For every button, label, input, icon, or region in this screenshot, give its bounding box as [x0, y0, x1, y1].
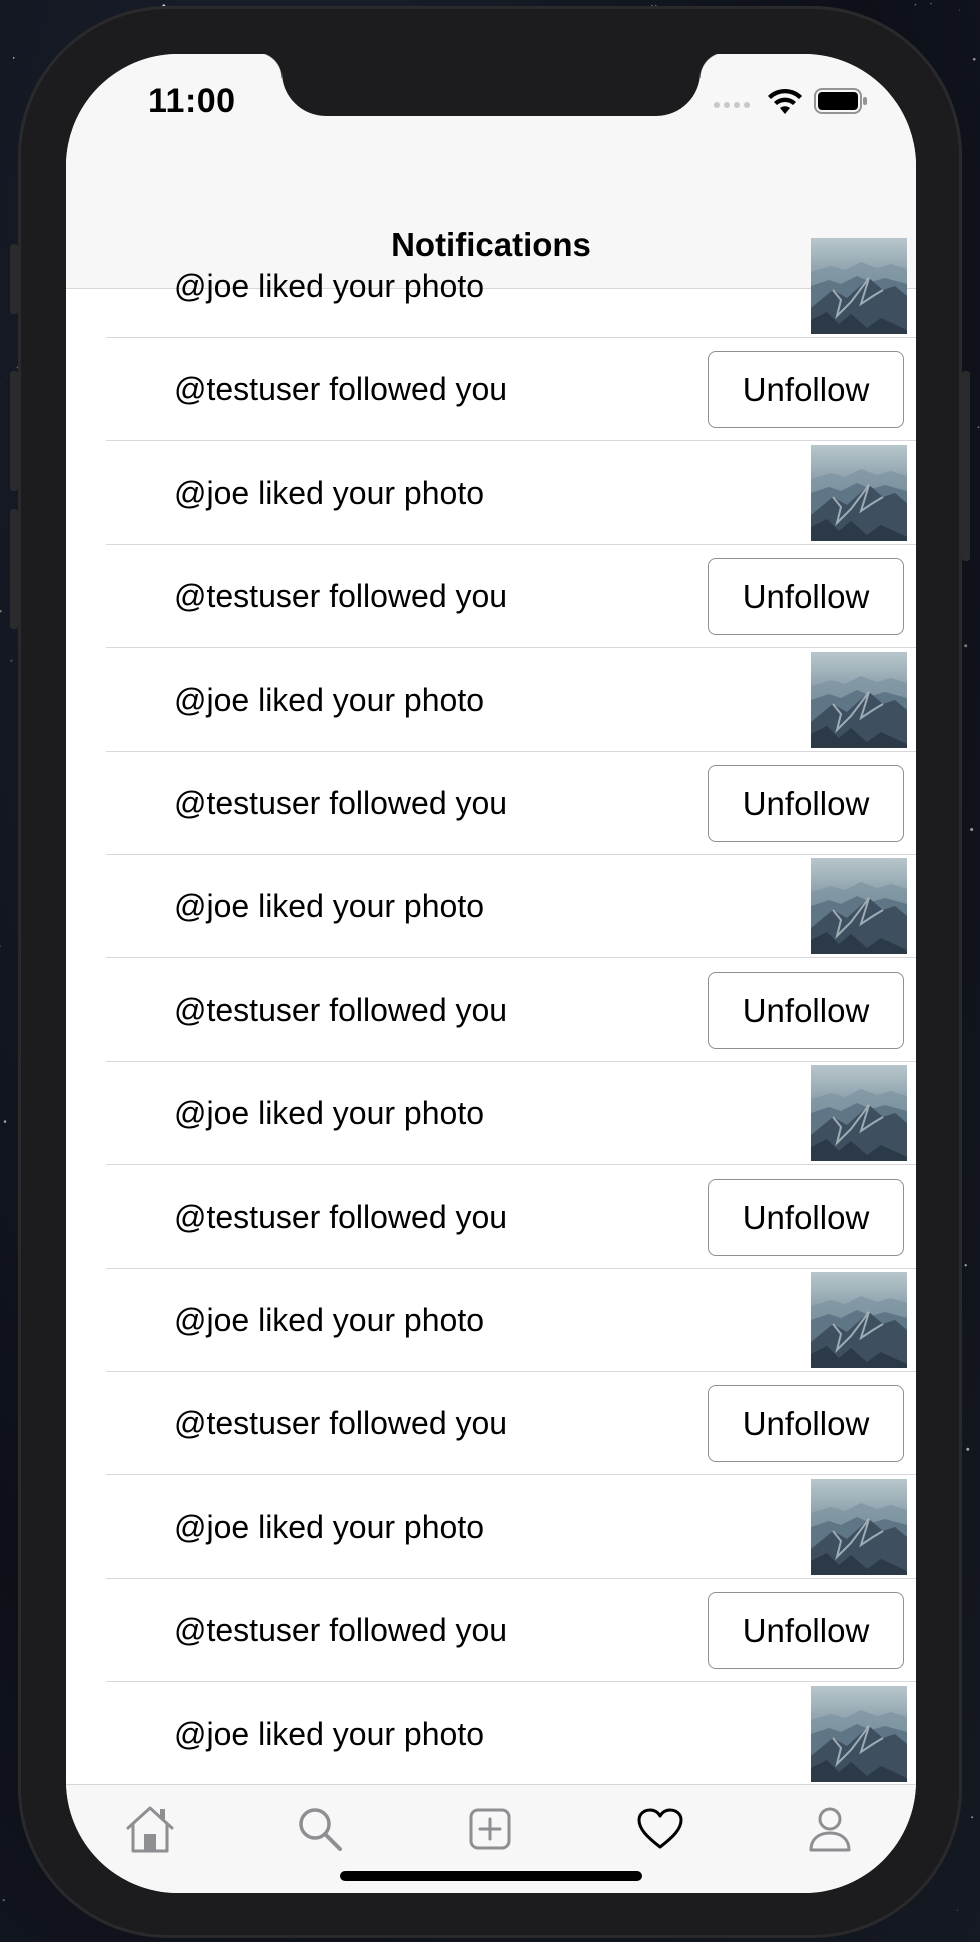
silent-switch [10, 244, 18, 314]
like-notification-row[interactable]: @joe liked your photo [66, 649, 916, 752]
unfollow-button[interactable]: Unfollow [708, 351, 904, 429]
follow-notification-row[interactable]: @testuser followed you Unfollow [66, 752, 916, 855]
like-notification-row[interactable]: @joe liked your photo [66, 235, 916, 338]
post-thumbnail[interactable] [811, 651, 907, 748]
notifications-list[interactable]: @joe liked your photo @testuser followed … [66, 235, 916, 1784]
volume-up-button [10, 371, 18, 491]
home-icon [126, 1806, 174, 1853]
like-notification-row[interactable]: @joe liked your photo [66, 855, 916, 959]
post-thumbnail[interactable] [811, 444, 907, 541]
notification-text: @testuser followed you [174, 1405, 508, 1442]
notification-text: @joe liked your photo [174, 474, 484, 511]
notification-text: @joe liked your photo [174, 268, 484, 304]
notification-text: @joe liked your photo [174, 888, 484, 925]
post-thumbnail[interactable] [811, 1478, 907, 1575]
power-button [962, 371, 970, 561]
like-notification-row[interactable]: @joe liked your photo [66, 442, 916, 545]
add-post-icon [469, 1808, 511, 1850]
heart-icon [637, 1808, 683, 1849]
wifi-icon [768, 88, 802, 114]
like-notification-row[interactable]: @joe liked your photo [66, 1269, 916, 1372]
search-icon [299, 1808, 342, 1851]
unfollow-button[interactable]: Unfollow [708, 1385, 904, 1463]
status-time: 11:00 [148, 82, 236, 120]
follow-notification-row[interactable]: @testuser followed you Unfollow [66, 959, 916, 1062]
notification-text: @joe liked your photo [174, 1095, 484, 1132]
home-indicator[interactable] [340, 1871, 642, 1881]
like-notification-row[interactable]: @joe liked your photo [66, 1683, 916, 1784]
notification-text: @testuser followed you [174, 578, 508, 615]
like-notification-row[interactable]: @joe liked your photo [66, 1476, 916, 1579]
notification-text: @testuser followed you [174, 371, 508, 408]
follow-notification-row[interactable]: @testuser followed you Unfollow [66, 1579, 916, 1683]
app-screen: 11:00 Notifications @joe liked your phot… [66, 54, 916, 1893]
like-notification-row[interactable]: @joe liked your photo [66, 1062, 916, 1166]
notification-text: @joe liked your photo [174, 1508, 484, 1545]
tab-home[interactable] [120, 1803, 180, 1855]
unfollow-button[interactable]: Unfollow [708, 765, 904, 842]
follow-notification-row[interactable]: @testuser followed you Unfollow [66, 1166, 916, 1269]
tab-activity[interactable] [630, 1803, 690, 1855]
unfollow-button[interactable]: Unfollow [708, 1592, 904, 1670]
follow-notification-row[interactable]: @testuser followed you Unfollow [66, 1372, 916, 1476]
notification-text: @testuser followed you [174, 1198, 508, 1235]
battery-icon [814, 88, 867, 114]
notification-text: @testuser followed you [174, 991, 508, 1028]
unfollow-button[interactable]: Unfollow [708, 971, 904, 1049]
tab-search[interactable] [290, 1803, 350, 1855]
notification-text: @joe liked your photo [174, 681, 484, 718]
device-notch [256, 54, 726, 116]
notification-text: @testuser followed you [174, 1612, 508, 1649]
tab-profile[interactable] [800, 1803, 860, 1855]
follow-notification-row[interactable]: @testuser followed you Unfollow [66, 545, 916, 649]
post-thumbnail[interactable] [811, 1065, 907, 1162]
cellular-signal-icon [714, 102, 750, 108]
unfollow-button[interactable]: Unfollow [708, 1178, 904, 1256]
post-thumbnail[interactable] [811, 1272, 907, 1368]
post-thumbnail[interactable] [811, 1685, 907, 1782]
notification-text: @joe liked your photo [174, 1715, 484, 1752]
profile-icon [809, 1807, 851, 1852]
unfollow-button[interactable]: Unfollow [708, 558, 904, 636]
notification-text: @testuser followed you [174, 785, 508, 821]
post-thumbnail[interactable] [811, 858, 907, 955]
post-thumbnail[interactable] [811, 238, 907, 334]
follow-notification-row[interactable]: @testuser followed you Unfollow [66, 338, 916, 442]
notification-text: @joe liked your photo [174, 1302, 484, 1338]
volume-down-button [10, 509, 18, 629]
tab-add-post[interactable] [460, 1803, 520, 1855]
